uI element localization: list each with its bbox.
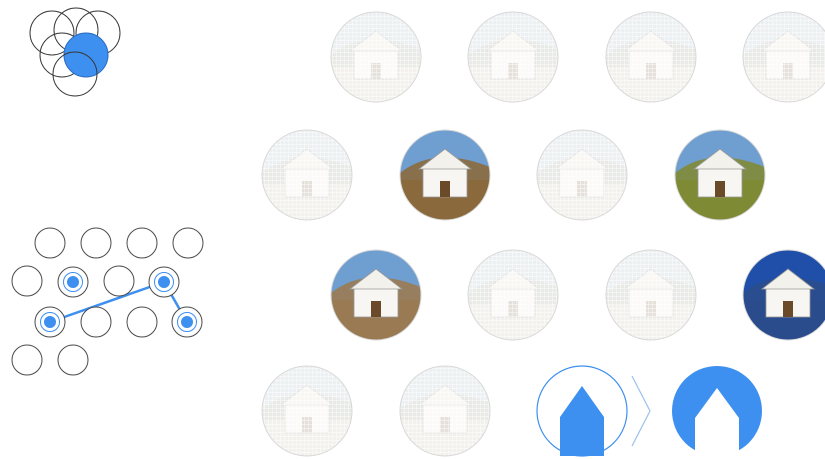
house-photo-2[interactable] [467,11,559,107]
pattern-node-r3-c1[interactable] [34,306,66,338]
filled-house-icon [672,366,762,456]
pattern-node-r2-c2[interactable] [57,266,89,298]
pattern-node-r3-c2[interactable] [80,306,112,338]
chapel-hillside-photo[interactable] [399,129,491,225]
house-photo-7[interactable] [467,249,559,345]
pattern-node-r2-c1[interactable] [11,265,43,297]
white-house-blue-sky-photo[interactable] [742,249,825,345]
house-photo-8[interactable] [605,249,697,345]
house-transition [536,365,762,457]
pattern-node-r1-c2[interactable] [80,227,112,259]
pattern-node-r1-c1[interactable] [34,227,66,259]
house-photo-6[interactable] [536,129,628,225]
pattern-lock[interactable] [11,227,204,376]
outline-house-icon [536,365,628,457]
pattern-node-r1-c4[interactable] [172,227,204,259]
house-photo-9[interactable] [261,365,353,459]
chevron-right-icon [631,375,651,447]
pattern-node-r4-c2[interactable] [57,344,89,376]
pattern-node-r3-c3[interactable] [126,306,158,338]
house-photo-5[interactable] [261,129,353,225]
vineyard-houses-photo[interactable] [674,129,766,225]
diagram-canvas [11,7,825,459]
house-photo-4[interactable] [742,11,825,107]
pattern-node-r2-c3[interactable] [103,265,135,297]
house-photo-10[interactable] [399,365,491,459]
courtyard-photo[interactable] [330,249,422,345]
pattern-node-r2-c4[interactable] [148,266,180,298]
venn-icon [29,7,121,97]
house-photo-3[interactable] [605,11,697,107]
house-photo-1[interactable] [330,11,422,107]
pattern-node-r4-c1[interactable] [11,344,43,376]
pattern-node-r1-c3[interactable] [126,227,158,259]
pattern-node-r3-c5[interactable] [171,306,203,338]
